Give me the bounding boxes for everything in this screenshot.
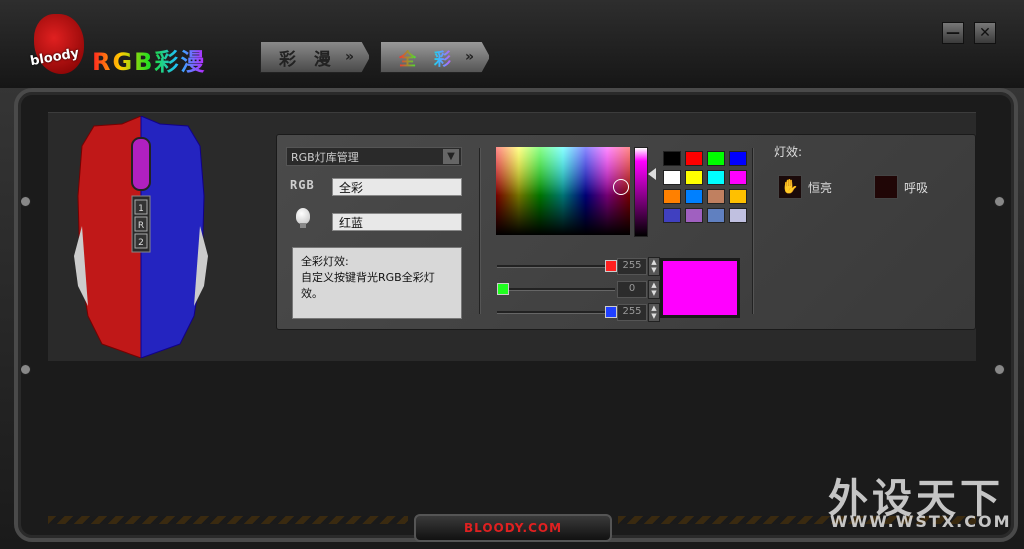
color-swatch[interactable] [663, 170, 681, 185]
color-swatch[interactable] [707, 151, 725, 166]
color-swatch[interactable] [707, 170, 725, 185]
tab-caiman[interactable]: 彩 漫 » [260, 41, 370, 73]
title-bar: bloody RGB彩漫 彩 漫 » 全 彩 » — ✕ [0, 0, 1024, 88]
footer-site-link[interactable]: BLOODY.COM [414, 514, 612, 542]
app-title: RGB彩漫 [92, 42, 206, 77]
color-scheme-field[interactable]: 红蓝 [332, 213, 462, 231]
tab-label: 彩 漫 [279, 49, 337, 70]
chevron-right-icon: » [464, 49, 474, 65]
effect-steady-button[interactable]: ✋ 恒亮 [778, 175, 833, 199]
screw-icon [20, 364, 31, 375]
red-slider[interactable]: 255 ▲ ▼ [497, 257, 660, 276]
close-button[interactable]: ✕ [974, 22, 996, 44]
slider-track [497, 311, 615, 314]
color-swatch[interactable] [729, 189, 747, 204]
chevron-right-icon: » [344, 49, 354, 65]
rgb-mode-field[interactable]: 全彩 [332, 178, 462, 196]
brightness-bar[interactable] [634, 147, 648, 237]
color-swatch[interactable] [729, 151, 747, 166]
slider-thumb[interactable] [605, 306, 617, 318]
red-value-field[interactable]: 255 [617, 258, 647, 275]
watermark-url: WWW.WSTX.COM [830, 512, 1012, 531]
effect-description: 全彩灯效: 自定义按键背光RGB全彩灯效。 [292, 247, 462, 319]
description-text: 全彩灯效: 自定义按键背光RGB全彩灯效。 [301, 255, 435, 300]
crosshair-icon[interactable] [613, 179, 629, 195]
color-swatch[interactable] [685, 208, 703, 223]
color-swatch[interactable] [685, 189, 703, 204]
color-swatch[interactable] [663, 208, 681, 223]
hazard-stripe [48, 516, 408, 524]
bulb-icon [296, 208, 310, 228]
screw-icon [994, 364, 1005, 375]
select-value: RGB灯库管理 [291, 150, 359, 164]
minimize-button[interactable]: — [942, 22, 964, 44]
color-swatch[interactable] [707, 208, 725, 223]
green-slider[interactable]: 0 ▲ ▼ [497, 280, 660, 299]
mouse-illustration: 1 R 2 [74, 116, 208, 358]
spin-button[interactable]: ▲ ▼ [648, 280, 660, 299]
slider-track [497, 288, 615, 291]
blue-value-field[interactable]: 255 [617, 304, 647, 321]
blue-slider[interactable]: 255 ▲ ▼ [497, 303, 660, 322]
effects-title: 灯效: [774, 145, 803, 159]
color-swatch[interactable] [729, 208, 747, 223]
slider-thumb[interactable] [497, 283, 509, 295]
hand-icon: ✋ [778, 175, 802, 199]
color-swatch[interactable] [685, 151, 703, 166]
color-swatch[interactable] [707, 189, 725, 204]
mouse-button-1: 1 [138, 204, 144, 214]
tab-quancai[interactable]: 全 彩 » [380, 41, 490, 73]
screw-icon [994, 196, 1005, 207]
slider-track [497, 265, 615, 268]
color-swatches [663, 151, 747, 223]
color-swatch[interactable] [663, 151, 681, 166]
tab-label: 全 彩 [399, 45, 457, 70]
spin-button[interactable]: ▲ ▼ [648, 303, 660, 322]
mouse-button-2: 2 [138, 238, 144, 248]
effect-label: 恒亮 [808, 180, 833, 195]
mouse-button-r: R [138, 221, 144, 231]
spin-button[interactable]: ▲ ▼ [648, 257, 660, 276]
chevron-down-icon: ▼ [443, 149, 459, 164]
effect-breathing-button[interactable]: 呼吸 [874, 175, 929, 199]
green-value-field[interactable]: 0 [617, 281, 647, 298]
rgb-label: RGB [290, 178, 315, 192]
spectrum-highlight [496, 147, 630, 235]
screw-icon [20, 196, 31, 207]
color-preview [660, 258, 740, 318]
scroll-wheel [131, 137, 151, 191]
effect-label: 呼吸 [904, 180, 929, 195]
dark-square-icon [874, 175, 898, 199]
divider [479, 148, 481, 314]
divider [752, 148, 754, 314]
color-swatch[interactable] [729, 170, 747, 185]
color-swatch[interactable] [663, 189, 681, 204]
color-swatch[interactable] [685, 170, 703, 185]
slider-thumb[interactable] [605, 260, 617, 272]
rgb-library-select[interactable]: RGB灯库管理 ▼ [286, 147, 462, 166]
brightness-marker-icon[interactable] [648, 168, 656, 180]
